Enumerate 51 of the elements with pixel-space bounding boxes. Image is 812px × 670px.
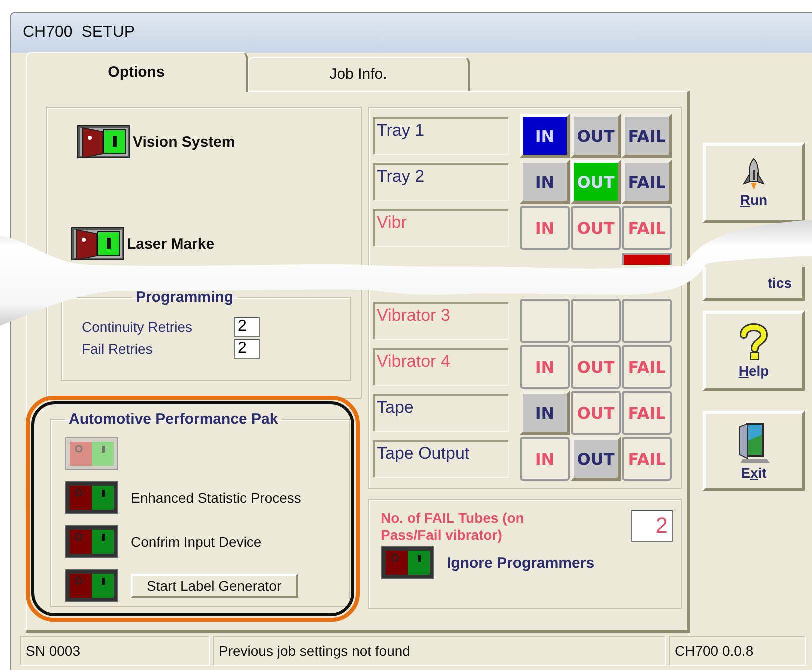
route-button[interactable] [520, 299, 570, 343]
route-button[interactable]: FAIL [622, 114, 672, 158]
input-field[interactable]: 2 [234, 339, 260, 359]
side-button[interactable]: tics [703, 267, 805, 301]
group-title: Programming [135, 289, 235, 306]
exit-button[interactable]: Exit [703, 411, 805, 491]
device-label: Laser Marke [127, 236, 215, 252]
route-button[interactable]: IN [520, 391, 570, 435]
status-text: SN 0003 [20, 636, 210, 666]
status-text: Previous job settings not found [213, 636, 666, 666]
switch-icon[interactable] [66, 482, 118, 514]
route-button[interactable]: IN [520, 160, 570, 204]
switch-icon[interactable] [72, 228, 124, 261]
route-button[interactable] [622, 253, 672, 265]
tab[interactable]: Options [26, 52, 248, 92]
group-title: Automotive Performance Pak [68, 411, 280, 428]
switch-icon[interactable] [78, 126, 130, 159]
rocket-icon [742, 158, 766, 190]
run-button[interactable]: Run [703, 143, 805, 223]
route-button[interactable] [622, 299, 672, 343]
route-button[interactable]: OUT [571, 437, 621, 481]
row-label: Vibr [373, 209, 509, 247]
row-label: Tray 1 [373, 117, 509, 155]
row-label: Tray 2 [373, 163, 509, 201]
row-label: Tape Output [373, 440, 509, 478]
tab[interactable]: Job Info. [248, 57, 470, 91]
fail-tubes-label: No. of FAIL Tubes (on Pass/Fail vibrator) [381, 510, 526, 544]
row-label: Tape [373, 394, 509, 432]
route-button[interactable]: OUT [571, 114, 621, 158]
option-label: Ignore Programmers [447, 554, 595, 572]
window-title: CH700 SETUP [23, 24, 136, 42]
field-label: Continuity Retries [82, 319, 194, 335]
exit-door-icon [740, 423, 770, 463]
option-label: Confrim Input Device [131, 534, 262, 550]
field-label: Fail Retries [82, 341, 154, 357]
help-button[interactable]: Help [703, 311, 805, 391]
row-label: Vibrator 3 [373, 302, 509, 340]
switch-icon[interactable] [66, 570, 118, 602]
route-button[interactable]: FAIL [622, 160, 672, 204]
switch-icon[interactable] [66, 526, 118, 558]
switch-icon[interactable] [382, 546, 434, 580]
route-button[interactable]: IN [520, 114, 570, 158]
question-mark-icon [740, 324, 768, 360]
status-text: CH700 0.0.8 [669, 636, 806, 666]
input-field[interactable]: 2 [631, 510, 673, 542]
device-label: Vision System [133, 134, 236, 150]
start-label-generator-button[interactable]: Start Label Generator [131, 574, 298, 598]
row-label: Vibrator 4 [373, 348, 509, 386]
route-button[interactable] [571, 299, 621, 343]
option-label: Enhanced Statistic Process [131, 490, 302, 506]
input-field[interactable]: 2 [234, 317, 260, 337]
